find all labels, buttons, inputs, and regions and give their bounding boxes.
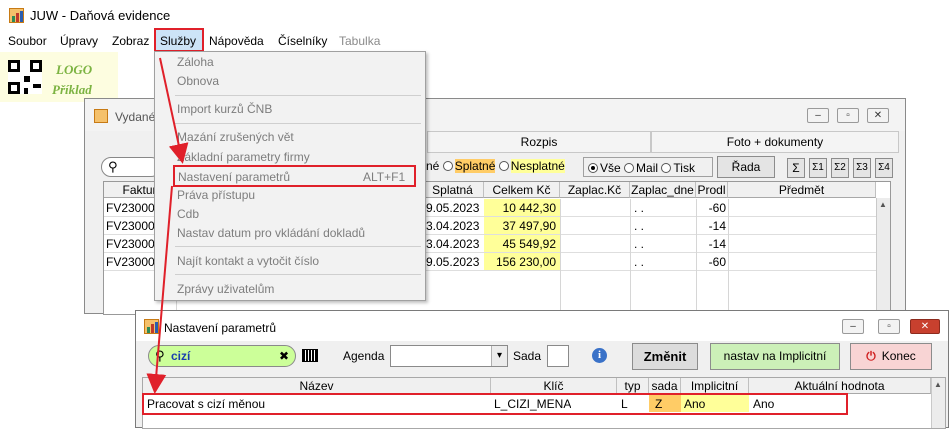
arrow-to-nastaveni (159, 57, 189, 164)
annotation-arrows (146, 57, 189, 394)
arrow-to-settings-row (146, 185, 173, 394)
